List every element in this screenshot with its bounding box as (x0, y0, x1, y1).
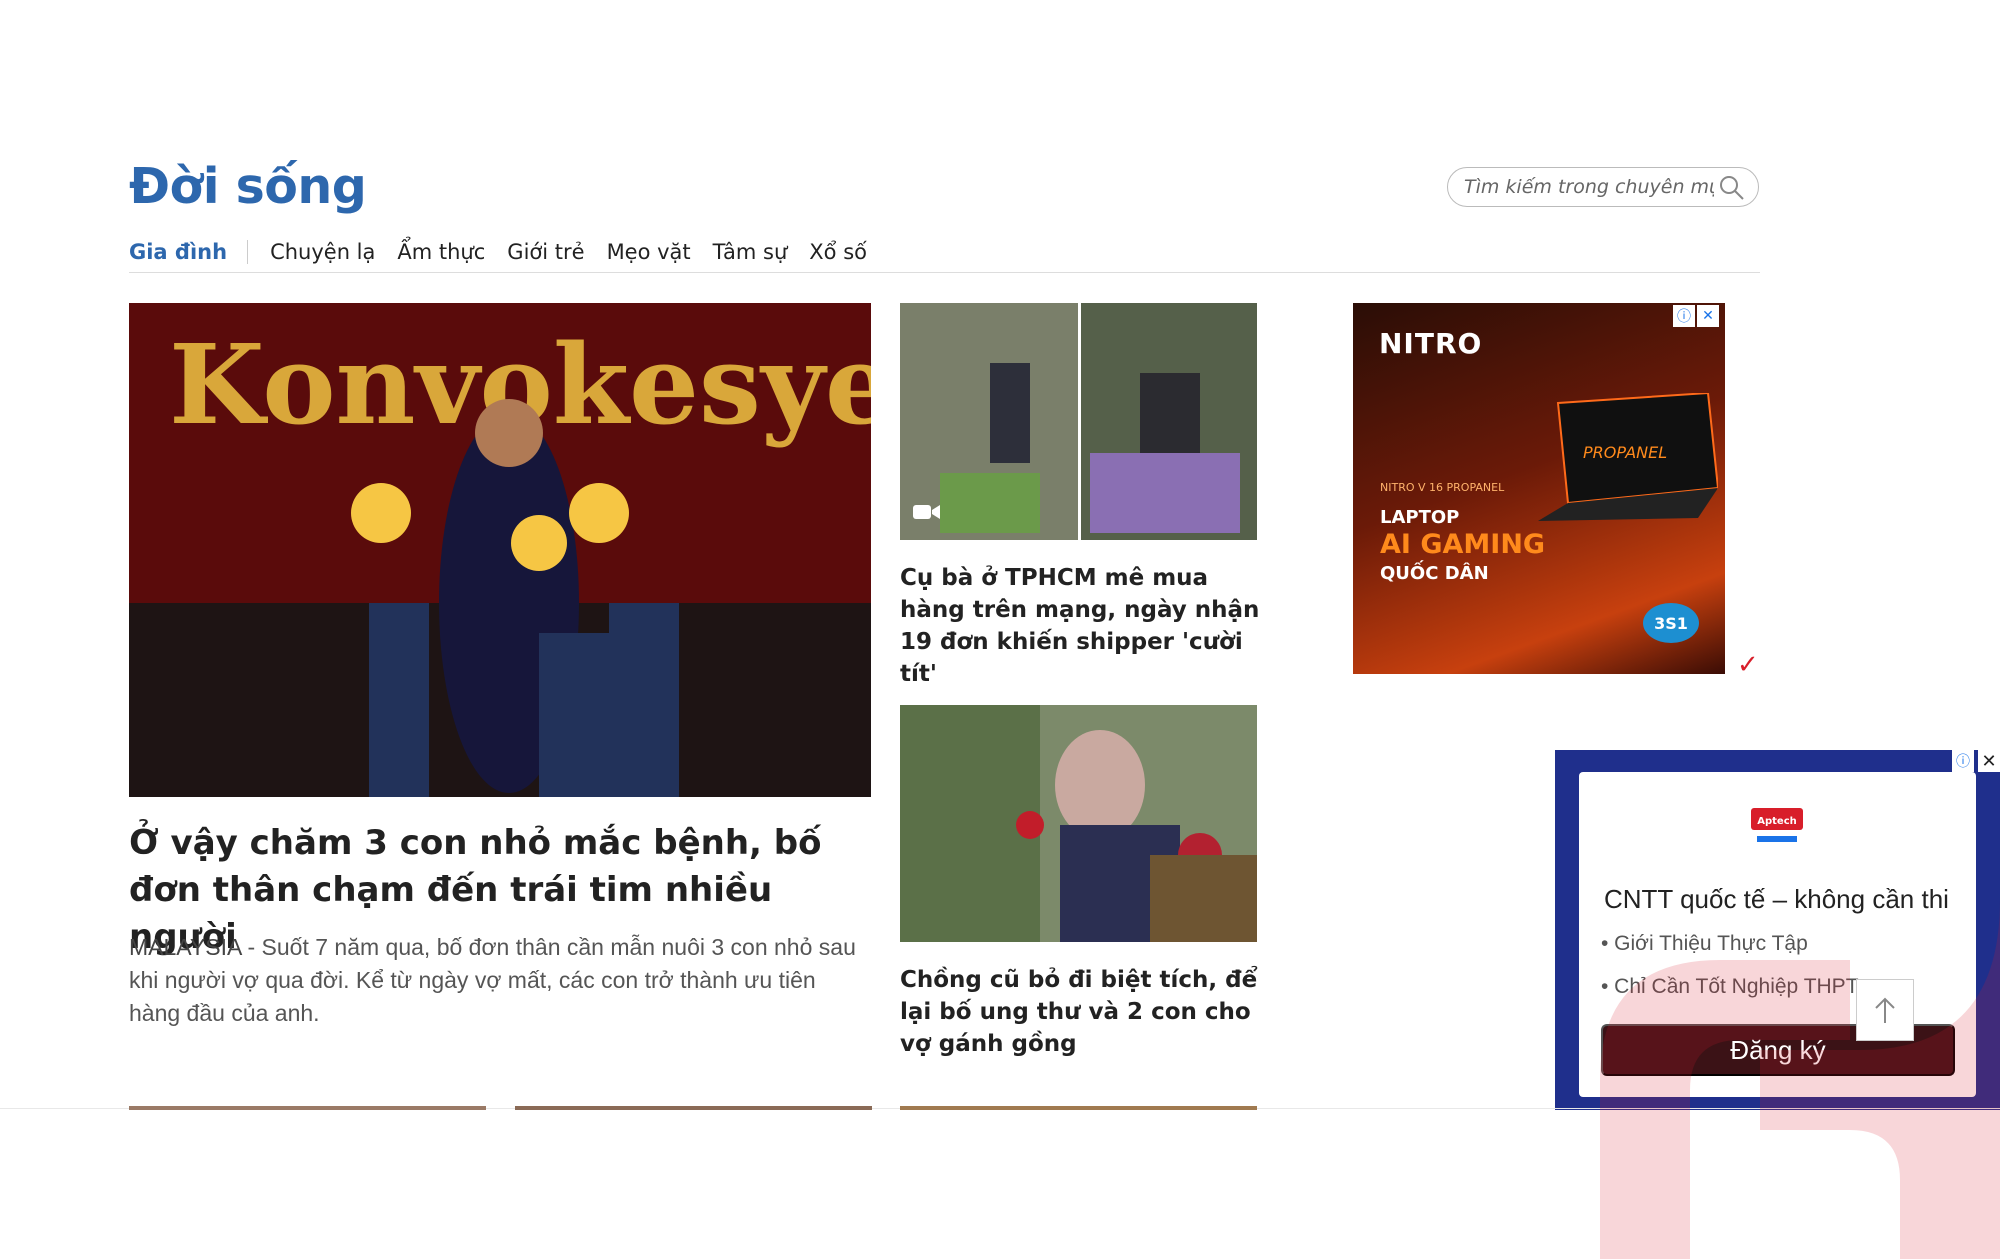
popup-adchoices-icon[interactable]: ⓘ (1952, 750, 1974, 772)
ad-brand: NITRO (1379, 327, 1483, 360)
verified-check-icon: ✓ (1737, 650, 1759, 680)
subnav: Gia đình Chuyện lạ Ẩm thực Giới trẻ Mẹo … (129, 236, 889, 268)
subnav-item-gioi-tre[interactable]: Giới trẻ (507, 240, 584, 264)
laptop-image: PROPANEL (1538, 393, 1718, 521)
laptop-screen-text: PROPANEL (1583, 443, 1667, 462)
lead-story-summary: MALAYSIA - Suốt 7 năm qua, bố đơn thân c… (129, 931, 871, 1030)
subnav-item-xo-so[interactable]: Xổ số (809, 240, 867, 264)
card-title-2[interactable]: Chồng cũ bỏ đi biệt tích, để lại bố ung … (900, 964, 1260, 1060)
popup-bullet-2: • Chỉ Cần Tốt Nghiệp THPT (1601, 975, 1859, 998)
popup-logo-text: Aptech (1757, 816, 1797, 827)
popup-close-icon[interactable]: ✕ (1978, 750, 2000, 772)
ad-line-1: LAPTOP (1380, 507, 1460, 528)
lead-photo-illustration: Konvokesyen (129, 303, 871, 797)
close-icon[interactable]: ✕ (1697, 305, 1719, 327)
next-row-image-2[interactable] (515, 1106, 872, 1110)
lead-story-location: MALAYSIA (129, 934, 242, 960)
ad-line-2: AI GAMING (1380, 529, 1546, 560)
ad-badge: 3S1 (1643, 603, 1699, 643)
card-photo-illustration-1 (900, 303, 1257, 540)
subnav-item-gia-dinh[interactable]: Gia đình (129, 240, 249, 264)
card-title-1[interactable]: Cụ bà ở TPHCM mê mua hàng trên mạng, ngà… (900, 562, 1260, 690)
ad-line-3: QUỐC DÂN (1380, 563, 1489, 584)
lead-story-image[interactable]: Konvokesyen (129, 303, 871, 797)
search-box[interactable] (1447, 167, 1759, 207)
card-photo-illustration-2 (900, 705, 1257, 942)
next-row-image-1[interactable] (129, 1106, 486, 1110)
search-icon[interactable] (1716, 173, 1746, 203)
subnav-divider (129, 272, 1760, 273)
card-image-1[interactable] (900, 303, 1257, 540)
aptech-logo: Aptech (1751, 808, 1803, 842)
popup-headline: CNTT quốc tế – không cần thi (1604, 884, 1949, 914)
arrow-up-icon (1875, 997, 1895, 1023)
next-row-image-3[interactable] (900, 1106, 1257, 1110)
scroll-to-top-button[interactable] (1856, 979, 1914, 1041)
popup-advertisement[interactable]: Aptech CNTT quốc tế – không cần thi • Gi… (1555, 750, 2000, 1110)
advertisement-banner-nitro[interactable]: NITRO PROPANEL NITRO V 16 PROPANEL LAPTO… (1353, 303, 1725, 674)
subnav-item-chuyen-la[interactable]: Chuyện lạ (270, 240, 375, 264)
adchoices-icon[interactable]: ⓘ (1673, 305, 1695, 327)
subnav-item-am-thuc[interactable]: Ẩm thực (397, 240, 485, 264)
section-title[interactable]: Đời sống (129, 158, 367, 215)
popup-ad-card: Aptech CNTT quốc tế – không cần thi • Gi… (1579, 772, 1976, 1097)
search-input[interactable] (1464, 176, 1714, 198)
video-camera-icon (913, 505, 940, 519)
popup-bullet-1: • Giới Thiệu Thực Tập (1601, 932, 1808, 955)
subnav-item-tam-su[interactable]: Tâm sự (713, 240, 788, 264)
card-image-2[interactable] (900, 705, 1257, 942)
ad-model: NITRO V 16 PROPANEL (1380, 481, 1505, 494)
subnav-item-meo-vat[interactable]: Mẹo vặt (607, 240, 691, 264)
